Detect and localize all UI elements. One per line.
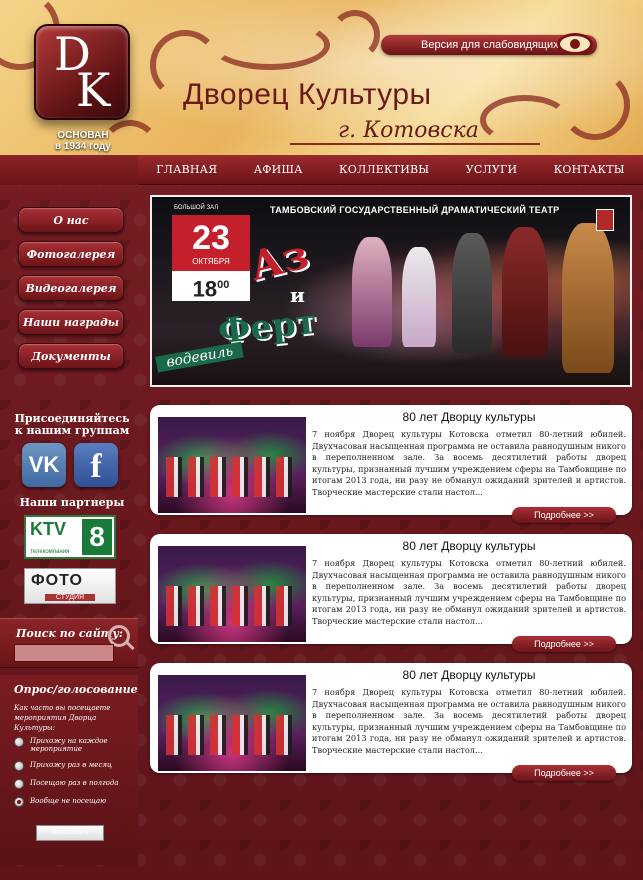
- accessibility-version-button[interactable]: Версия для слабовидящих: [381, 33, 597, 55]
- news-excerpt: 7 ноября Дворец культуры Котовска отмети…: [312, 558, 626, 626]
- banner-hall: БОЛЬШОЙ ЗАЛ: [174, 205, 219, 211]
- ornament: [480, 95, 570, 145]
- news-thumbnail[interactable]: [158, 675, 306, 771]
- theatre-emblem: [596, 209, 614, 231]
- performer-figure: [452, 233, 492, 353]
- ornament: [560, 70, 630, 140]
- main-nav: ГЛАВНАЯ АФИША КОЛЛЕКТИВЫ УСЛУГИ КОНТАКТЫ: [138, 155, 643, 185]
- sidebar: О нас Фотогалерея Видеогалерея Наши нагр…: [0, 185, 138, 880]
- vote-button[interactable]: Голосовать: [36, 825, 104, 841]
- event-time: 1800: [192, 276, 230, 302]
- poll-option[interactable]: Прихожу раз в месяц: [14, 761, 130, 771]
- event-month: ОКТЯБРЯ: [192, 257, 230, 266]
- radio-button[interactable]: [14, 779, 24, 789]
- sidebar-item-awards[interactable]: Наши награды: [18, 309, 124, 335]
- divider: [290, 143, 540, 145]
- news-item: 80 лет Дворцу культуры 7 ноября Дворец к…: [150, 663, 632, 781]
- nav-item-afisha[interactable]: АФИША: [254, 163, 303, 176]
- radio-button-checked[interactable]: [14, 797, 24, 807]
- news-title[interactable]: 80 лет Дворцу культуры: [310, 668, 628, 682]
- partners-heading: Наши партнеры: [19, 496, 125, 509]
- foto-studio-partner-logo[interactable]: ФОТО СТУДИЯ: [24, 568, 116, 604]
- news-thumbnail[interactable]: [158, 417, 306, 513]
- sidebar-top-strip: [0, 155, 138, 185]
- site-header: D K ОСНОВАН в 1934 году Дворец Культуры …: [0, 0, 643, 155]
- poll-title: Опрос/голосование: [14, 683, 138, 696]
- sidebar-item-documents[interactable]: Документы: [18, 343, 124, 369]
- radio-button[interactable]: [14, 737, 24, 747]
- eye-icon: [557, 33, 593, 55]
- facebook-icon[interactable]: f: [74, 443, 118, 487]
- nav-item-contacts[interactable]: КОНТАКТЫ: [554, 163, 625, 176]
- read-more-button[interactable]: Подробнее >>: [512, 765, 616, 781]
- sidebar-item-about[interactable]: О нас: [18, 207, 124, 233]
- read-more-button[interactable]: Подробнее >>: [512, 636, 616, 652]
- search-panel: Поиск по сайту:: [0, 618, 138, 668]
- performer-figure: [352, 237, 392, 347]
- performer-figure: [502, 227, 548, 357]
- vk-icon[interactable]: VK: [22, 443, 66, 487]
- sidebar-item-photo-gallery[interactable]: Фотогалерея: [18, 241, 124, 267]
- poll-option[interactable]: Посещаю раз в полгода: [14, 779, 130, 789]
- event-banner[interactable]: БОЛЬШОЙ ЗАЛ ТАМБОВСКИЙ ГОСУДАРСТВЕННЫЙ Д…: [150, 195, 632, 387]
- search-input[interactable]: [14, 644, 114, 662]
- poll-option[interactable]: Вообще не посещаю: [14, 797, 130, 807]
- radio-button[interactable]: [14, 761, 24, 771]
- nav-item-collectives[interactable]: КОЛЛЕКТИВЫ: [339, 163, 429, 176]
- nav-item-home[interactable]: ГЛАВНАЯ: [156, 163, 217, 176]
- news-title[interactable]: 80 лет Дворцу культуры: [310, 539, 628, 553]
- performer-figure: [402, 247, 436, 347]
- nav-item-services[interactable]: УСЛУГИ: [466, 163, 518, 176]
- news-thumbnail[interactable]: [158, 546, 306, 642]
- poll-option[interactable]: Прихожу на каждое мероприятие: [14, 737, 130, 753]
- date-card: 23 ОКТЯБРЯ 1800: [172, 215, 250, 301]
- banner-theatre: ТАМБОВСКИЙ ГОСУДАРСТВЕННЫЙ ДРАМАТИЧЕСКИЙ…: [270, 205, 560, 215]
- news-item: 80 лет Дворцу культуры 7 ноября Дворец к…: [150, 405, 632, 523]
- ornament: [210, 20, 330, 70]
- site-city: г. Котовска: [338, 118, 479, 143]
- search-label: Поиск по сайту:: [16, 627, 123, 640]
- performer-figure: [562, 223, 614, 373]
- news-item: 80 лет Дворцу культуры 7 ноября Дворец к…: [150, 534, 632, 652]
- news-excerpt: 7 ноября Дворец культуры Котовска отмети…: [312, 687, 626, 755]
- news-title[interactable]: 80 лет Дворцу культуры: [310, 410, 628, 424]
- site-title: Дворец Культуры: [183, 78, 432, 111]
- site-logo[interactable]: D K: [34, 24, 130, 120]
- logo-letter: K: [76, 63, 111, 117]
- poll-panel: Опрос/голосование Как часто вы посещаете…: [0, 675, 138, 865]
- poll-question: Как часто вы посещаете мероприятия Дворц…: [14, 704, 111, 732]
- join-groups-heading: Присоединяйтесь к нашим группам: [14, 412, 130, 437]
- ktv-partner-logo[interactable]: KTV 8 телекомпания: [24, 515, 116, 559]
- ornament: [330, 10, 380, 60]
- read-more-button[interactable]: Подробнее >>: [512, 507, 616, 523]
- news-excerpt: 7 ноября Дворец культуры Котовска отмети…: [312, 429, 626, 497]
- founded-caption: ОСНОВАН в 1934 году: [55, 130, 111, 152]
- sidebar-item-video-gallery[interactable]: Видеогалерея: [18, 275, 124, 301]
